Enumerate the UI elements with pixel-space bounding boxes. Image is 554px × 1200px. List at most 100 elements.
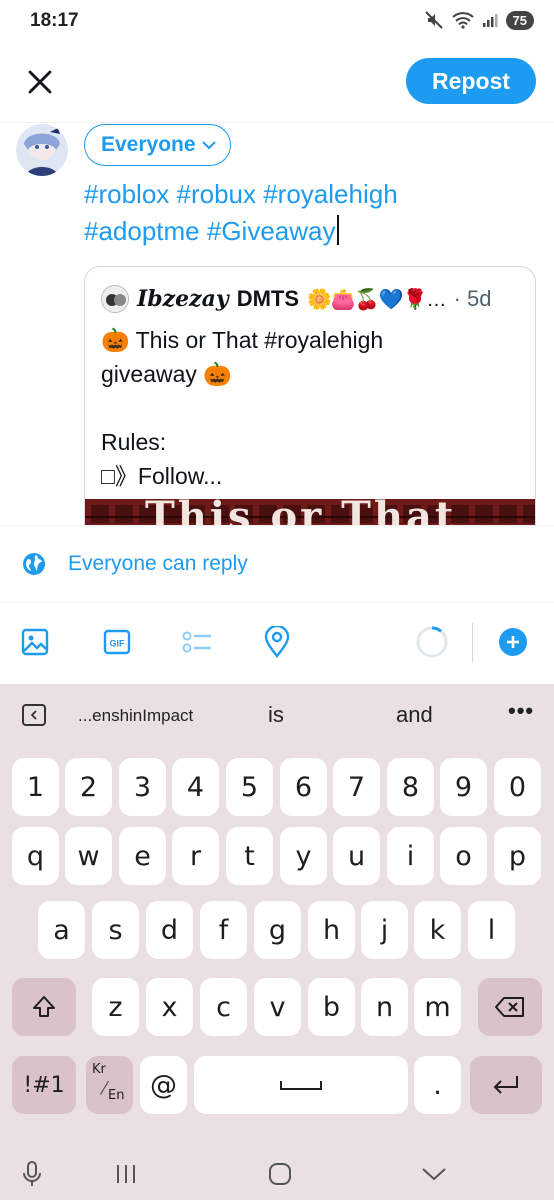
key[interactable]: e bbox=[119, 827, 166, 885]
key[interactable]: m bbox=[414, 978, 461, 1036]
more-options-button[interactable]: ••• bbox=[508, 698, 534, 724]
character-counter bbox=[414, 624, 450, 660]
shift-icon bbox=[33, 996, 55, 1017]
chevron-down-icon bbox=[422, 1168, 446, 1181]
at-key[interactable]: @ bbox=[140, 1056, 187, 1114]
period-key[interactable]: . bbox=[414, 1056, 461, 1114]
key[interactable]: t bbox=[226, 827, 273, 885]
key[interactable]: 0 bbox=[494, 758, 541, 816]
soft-keyboard: ...enshinImpact is and ••• 1 2 3 4 5 6 7… bbox=[0, 684, 554, 1146]
key[interactable]: n bbox=[361, 978, 408, 1036]
add-location-button[interactable] bbox=[260, 625, 294, 659]
key[interactable]: b bbox=[308, 978, 355, 1036]
suggestion-bar: ...enshinImpact is and ••• bbox=[0, 684, 554, 746]
compose-textarea[interactable]: #roblox #robux #royalehigh #adoptme #Giv… bbox=[84, 176, 524, 250]
reply-setting-button[interactable]: Everyone can reply bbox=[0, 526, 554, 602]
key[interactable]: r bbox=[172, 827, 219, 885]
wifi-icon bbox=[451, 11, 474, 29]
text-caret bbox=[337, 215, 340, 245]
key[interactable]: o bbox=[440, 827, 487, 885]
compose-toolbar: GIF bbox=[0, 603, 554, 683]
key[interactable]: l bbox=[468, 901, 515, 959]
backspace-key[interactable] bbox=[478, 978, 542, 1036]
battery-indicator: 75 bbox=[505, 10, 534, 30]
key[interactable]: w bbox=[65, 827, 112, 885]
key[interactable]: h bbox=[308, 901, 355, 959]
repost-button[interactable]: Repost bbox=[406, 58, 536, 104]
key[interactable]: 5 bbox=[226, 758, 273, 816]
poll-icon bbox=[182, 631, 211, 653]
avatar[interactable] bbox=[16, 124, 68, 176]
key[interactable]: z bbox=[92, 978, 139, 1036]
quote-author-emojis: 🌼👛🍒💙🌹… bbox=[307, 288, 447, 311]
chevron-left-icon bbox=[30, 710, 37, 720]
quote-body: 🎃 This or That #royalehigh giveaway 🎃 Ru… bbox=[101, 327, 384, 489]
shift-key[interactable] bbox=[12, 978, 76, 1036]
image-icon bbox=[21, 628, 49, 656]
key[interactable]: k bbox=[414, 901, 461, 959]
add-poll-button[interactable] bbox=[180, 625, 214, 659]
add-thread-button[interactable] bbox=[496, 625, 530, 659]
header-divider bbox=[0, 122, 554, 123]
quote-timestamp: · 5d bbox=[453, 286, 492, 311]
key[interactable]: x bbox=[146, 978, 193, 1036]
back-button[interactable] bbox=[414, 1154, 454, 1194]
key[interactable]: 8 bbox=[387, 758, 434, 816]
key[interactable]: q bbox=[12, 827, 59, 885]
reply-setting-label: Everyone can reply bbox=[68, 552, 248, 575]
key[interactable]: i bbox=[387, 827, 434, 885]
symbols-key[interactable]: !#1 bbox=[12, 1056, 76, 1114]
char-counter-icon bbox=[416, 626, 448, 658]
status-icons: 75 bbox=[424, 10, 534, 30]
globe-icon bbox=[23, 553, 45, 575]
add-gif-button[interactable]: GIF bbox=[100, 625, 134, 659]
audience-selector[interactable]: Everyone bbox=[84, 124, 231, 166]
add-image-button[interactable] bbox=[18, 625, 52, 659]
suggestion-item[interactable]: ...enshinImpact bbox=[78, 706, 193, 726]
key[interactable]: 1 bbox=[12, 758, 59, 816]
key[interactable]: 7 bbox=[333, 758, 380, 816]
key[interactable]: a bbox=[38, 901, 85, 959]
compose-text-line: #roblox #robux #royalehigh bbox=[84, 179, 398, 209]
space-icon bbox=[280, 1081, 322, 1090]
signal-icon bbox=[482, 12, 498, 28]
quote-author-name-suffix: DMTS bbox=[236, 286, 300, 311]
microphone-icon bbox=[23, 1161, 41, 1186]
voice-input-button[interactable] bbox=[12, 1154, 52, 1194]
key[interactable]: p bbox=[494, 827, 541, 885]
home-button[interactable] bbox=[260, 1154, 300, 1194]
quoted-tweet-card[interactable]: Ibzezay DMTS 🌼👛🍒💙🌹… · 5d 🎃 This or That … bbox=[84, 266, 536, 546]
key[interactable]: v bbox=[254, 978, 301, 1036]
suggestion-item[interactable]: is bbox=[268, 702, 284, 728]
key[interactable]: 3 bbox=[119, 758, 166, 816]
enter-key[interactable] bbox=[470, 1056, 542, 1114]
recents-icon bbox=[117, 1165, 135, 1183]
gif-icon: GIF bbox=[103, 629, 131, 655]
close-icon bbox=[28, 70, 52, 94]
key[interactable]: g bbox=[254, 901, 301, 959]
key[interactable]: 4 bbox=[172, 758, 219, 816]
toolbar-separator bbox=[472, 623, 473, 663]
close-button[interactable] bbox=[22, 64, 58, 100]
status-bar: 18:17 75 bbox=[0, 0, 554, 44]
key[interactable]: 2 bbox=[65, 758, 112, 816]
key[interactable]: y bbox=[280, 827, 327, 885]
key[interactable]: 9 bbox=[440, 758, 487, 816]
recents-button[interactable] bbox=[106, 1154, 146, 1194]
key[interactable]: j bbox=[361, 901, 408, 959]
key[interactable]: f bbox=[200, 901, 247, 959]
key[interactable]: s bbox=[92, 901, 139, 959]
suggestion-back-button[interactable] bbox=[22, 704, 46, 726]
key[interactable]: c bbox=[200, 978, 247, 1036]
status-time: 18:17 bbox=[30, 10, 79, 31]
key[interactable]: u bbox=[333, 827, 380, 885]
suggestion-item[interactable]: and bbox=[396, 702, 433, 728]
quote-author-name: Ibzezay bbox=[137, 286, 229, 312]
space-key[interactable] bbox=[194, 1056, 408, 1114]
audience-label: Everyone bbox=[101, 133, 196, 156]
key[interactable]: 6 bbox=[280, 758, 327, 816]
quote-header: Ibzezay DMTS 🌼👛🍒💙🌹… · 5d bbox=[101, 285, 491, 313]
language-key[interactable]: Kr ⁄ En bbox=[86, 1056, 133, 1114]
system-nav-bar bbox=[0, 1146, 554, 1200]
key[interactable]: d bbox=[146, 901, 193, 959]
